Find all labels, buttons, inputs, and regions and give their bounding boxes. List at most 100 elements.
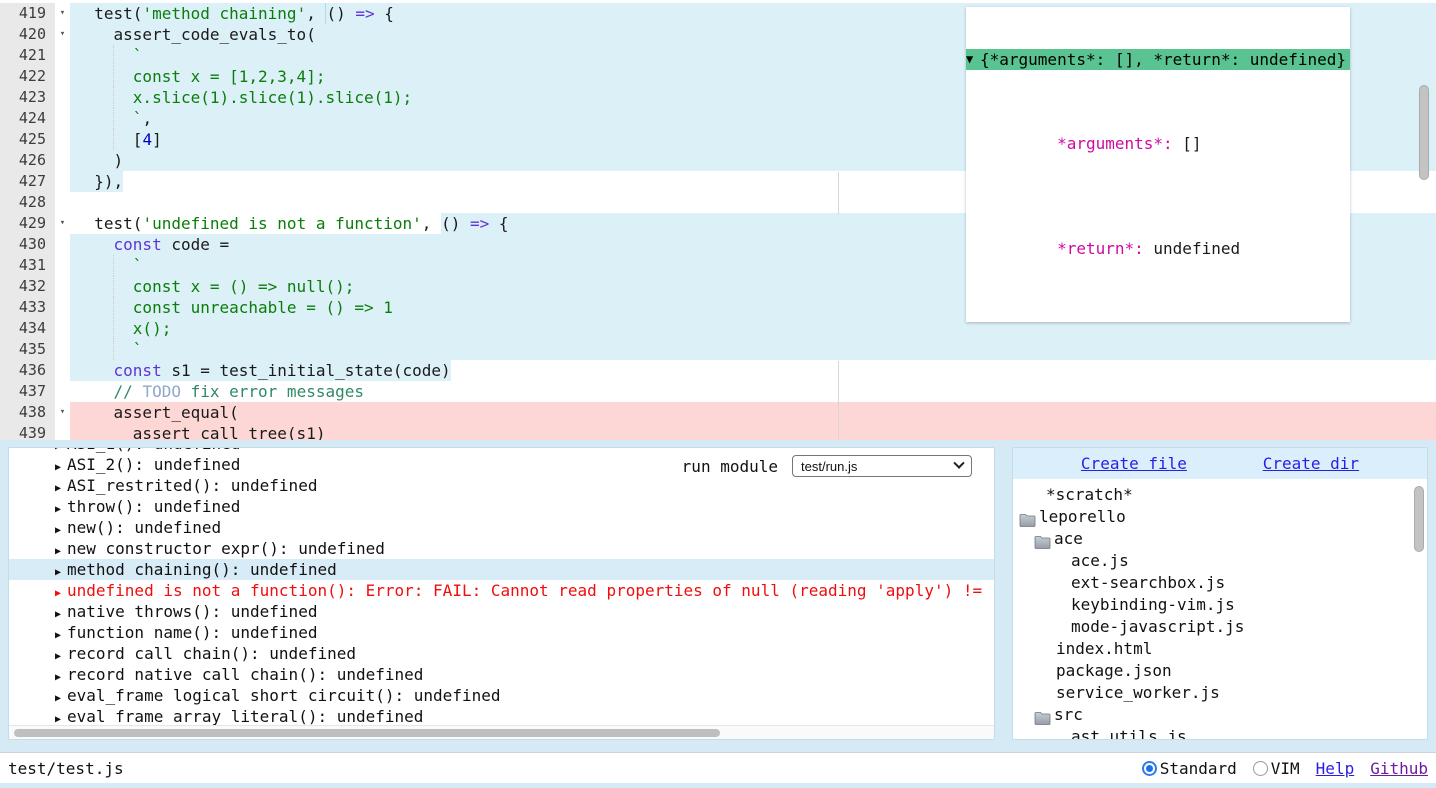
value-tooltip: ▼{*arguments*: [], *return*: undefined} … <box>966 7 1350 322</box>
results-scrollbar-thumb[interactable] <box>14 729 720 737</box>
result-label: ASI_restrited(): undefined <box>67 476 317 495</box>
code-token: , <box>142 108 152 129</box>
code-token: ` <box>75 108 142 129</box>
fold-icon[interactable]: ▾ <box>55 402 70 423</box>
tree-row-keybinding-vim-js[interactable]: keybinding-vim.js <box>1013 594 1427 616</box>
create-file-link[interactable]: Create file <box>1081 454 1187 473</box>
radio-vim-icon[interactable] <box>1253 761 1268 776</box>
fold-icon[interactable]: ▾ <box>55 213 70 234</box>
tree-row-src[interactable]: src <box>1013 704 1427 726</box>
current-file-label: test/test.js <box>8 759 124 778</box>
tooltip-header-text: {*arguments*: [], *return*: undefined} <box>980 49 1346 70</box>
code-token: x.slice(1).slice(1).slice(1); <box>75 87 412 108</box>
run-module-label: run module <box>682 457 778 476</box>
tooltip-row: *return*: undefined <box>966 217 1350 280</box>
line-number: 438 <box>0 402 55 423</box>
tree-row-ext-searchbox-js[interactable]: ext-searchbox.js <box>1013 572 1427 594</box>
test-results-panel: ▶ASI_1(): undefined▶ASI_2(): undefined▶A… <box>8 447 995 740</box>
tree-row-mode-javascript-js[interactable]: mode-javascript.js <box>1013 616 1427 638</box>
chevron-down-icon <box>953 458 964 469</box>
fold-gutter <box>55 171 70 192</box>
result-row[interactable]: ▶eval_frame array_literal(): undefined <box>55 706 994 727</box>
code-token: test( <box>75 213 142 234</box>
line-number: 436 <box>0 360 55 381</box>
run-module-select[interactable]: test/run.js <box>792 455 972 477</box>
fold-gutter <box>55 423 70 440</box>
create-dir-link[interactable]: Create dir <box>1263 454 1359 473</box>
fold-gutter <box>55 87 70 108</box>
line-number: 435 <box>0 339 55 360</box>
keybinding-option-vim[interactable]: VIM <box>1253 759 1300 778</box>
result-row[interactable]: ▶new(): undefined <box>55 517 994 538</box>
file-name: mode-javascript.js <box>1071 616 1244 638</box>
tree-row-package-json[interactable]: package.json <box>1013 660 1427 682</box>
result-row[interactable]: ▶undefined is not a function(): Error: F… <box>55 580 994 601</box>
line-number: 423 <box>0 87 55 108</box>
result-row[interactable]: ▶method chaining(): undefined <box>9 559 994 580</box>
fold-icon[interactable]: ▾ <box>55 24 70 45</box>
code-token: const unreachable = () => 1 <box>75 297 393 318</box>
result-label: record call chain(): undefined <box>67 644 356 663</box>
line-number: 426 <box>0 150 55 171</box>
expand-triangle-icon[interactable]: ▼ <box>966 49 980 70</box>
code-token <box>75 234 114 255</box>
result-row[interactable]: ▶eval_frame logical short circuit(): und… <box>55 685 994 706</box>
github-link[interactable]: Github <box>1370 759 1428 778</box>
code-token: ` <box>75 339 142 360</box>
fold-gutter <box>55 192 70 213</box>
code-token: assert_code_evals_to( <box>75 24 316 45</box>
line-number: 419 <box>0 3 55 24</box>
radio-standard-icon[interactable] <box>1142 761 1157 776</box>
tree-row-ast-utils-js[interactable]: ast_utils.js <box>1013 726 1427 740</box>
result-row[interactable]: ▶ASI_1(): undefined <box>55 447 994 454</box>
results-horizontal-scrollbar[interactable] <box>9 725 994 739</box>
result-label: eval_frame array_literal(): undefined <box>67 707 423 726</box>
executed-highlight: }), <box>75 171 123 192</box>
tooltip-row: *arguments*: [] <box>966 112 1350 175</box>
file-name: *scratch* <box>1046 484 1133 506</box>
result-row[interactable]: ▶record native call chain(): undefined <box>55 664 994 685</box>
tooltip-header-row[interactable]: ▼{*arguments*: [], *return*: undefined} <box>966 49 1350 70</box>
result-row[interactable]: ▶function name(): undefined <box>55 622 994 643</box>
tree-row--scratch-[interactable]: *scratch* <box>1013 484 1427 506</box>
help-link[interactable]: Help <box>1316 759 1355 778</box>
code-token: () <box>325 3 355 24</box>
tree-row-service-worker-js[interactable]: service_worker.js <box>1013 682 1427 704</box>
tree-row-leporello[interactable]: leporello <box>1013 506 1427 528</box>
line-number: 434 <box>0 318 55 339</box>
file-name: ace.js <box>1071 550 1129 572</box>
code-line-436[interactable]: 436 const s1 = test_initial_state(code) <box>0 360 1436 381</box>
code-editor[interactable]: 419▾ test('method chaining', () => {420▾… <box>0 0 1436 440</box>
code-token: () <box>441 213 470 234</box>
tree-scrollbar-thumb[interactable] <box>1414 486 1424 552</box>
result-row[interactable]: ▶record call chain(): undefined <box>55 643 994 664</box>
result-label: undefined is not a function(): Error: FA… <box>67 581 982 600</box>
file-name: ext-searchbox.js <box>1071 572 1225 594</box>
folder-icon <box>1019 511 1036 524</box>
fold-gutter <box>55 66 70 87</box>
code-token: ` <box>75 45 142 66</box>
keybinding-option-standard[interactable]: Standard <box>1142 759 1237 778</box>
code-line-435[interactable]: 435 ` <box>0 339 1436 360</box>
code-token: TODO <box>142 381 181 402</box>
line-number: 431 <box>0 255 55 276</box>
code-token: const <box>114 234 162 255</box>
radio-standard-label: Standard <box>1160 759 1237 778</box>
folder-name: ace <box>1054 528 1083 550</box>
editor-scrollbar-thumb[interactable] <box>1419 85 1429 180</box>
tree-row-index-html[interactable]: index.html <box>1013 638 1427 660</box>
fold-icon[interactable]: ▾ <box>55 3 70 24</box>
result-row[interactable]: ▶native throws(): undefined <box>55 601 994 622</box>
code-line-438[interactable]: 438▾ assert_equal( <box>0 402 1436 423</box>
tree-row-ace[interactable]: ace <box>1013 528 1427 550</box>
code-token: ] <box>152 129 162 150</box>
result-row[interactable]: ▶throw(): undefined <box>55 496 994 517</box>
result-row[interactable]: ▶new constructor expr(): undefined <box>55 538 994 559</box>
code-token: { <box>499 213 509 234</box>
code-line-439[interactable]: 439 assert_call_tree(s1) <box>0 423 1436 440</box>
code-token: x(); <box>75 318 171 339</box>
result-row[interactable]: ▶ASI_restrited(): undefined <box>55 475 994 496</box>
code-token: 4 <box>142 129 152 150</box>
code-line-437[interactable]: 437 // TODO fix error messages <box>0 381 1436 402</box>
tree-row-ace-js[interactable]: ace.js <box>1013 550 1427 572</box>
